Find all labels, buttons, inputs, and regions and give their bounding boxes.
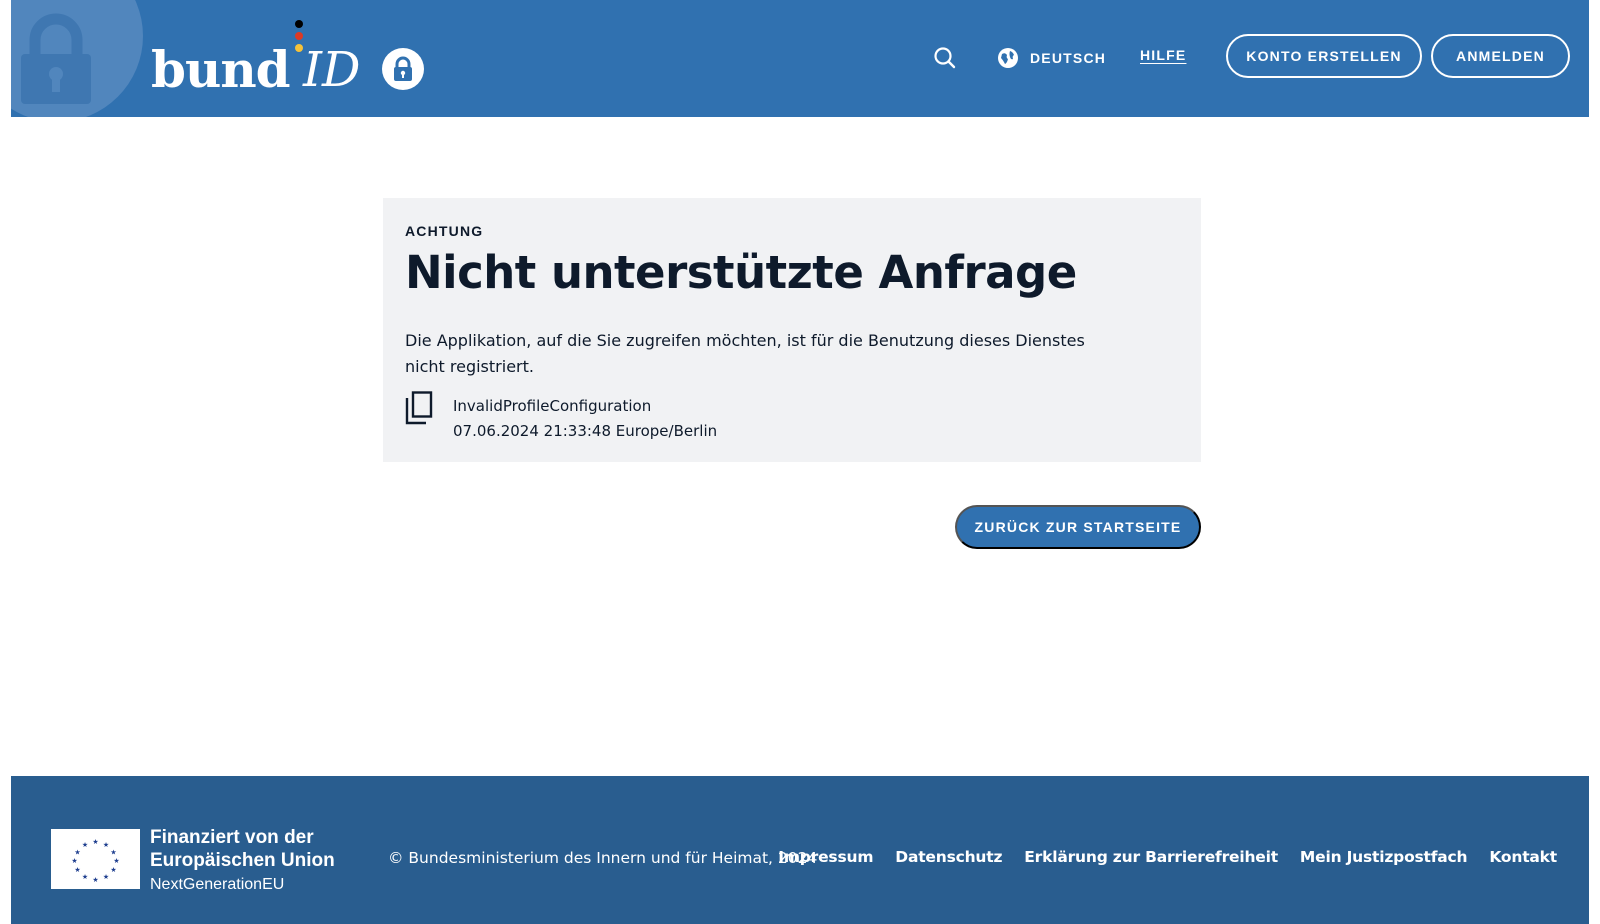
login-button[interactable]: ANMELDEN bbox=[1431, 34, 1570, 78]
footer-link-datenschutz[interactable]: Datenschutz bbox=[895, 848, 1002, 866]
svg-text:★: ★ bbox=[74, 866, 80, 874]
help-link[interactable]: HILFE bbox=[1140, 47, 1186, 63]
logo-flag-dots bbox=[295, 20, 303, 56]
create-account-button[interactable]: KONTO ERSTELLEN bbox=[1226, 34, 1422, 78]
svg-text:★: ★ bbox=[71, 857, 77, 865]
error-overline: ACHTUNG bbox=[405, 223, 483, 239]
error-card: ACHTUNG Nicht unterstützte Anfrage Die A… bbox=[383, 198, 1201, 462]
logo-wordmark-bund: bund bbox=[151, 40, 290, 99]
eu-funding-line3: NextGenerationEU bbox=[150, 872, 335, 898]
copy-icon bbox=[405, 391, 433, 425]
footer-link-justizpostfach[interactable]: Mein Justizpostfach bbox=[1300, 848, 1467, 866]
page-title: Nicht unterstützte Anfrage bbox=[405, 246, 1077, 299]
page: bund ID bbox=[11, 0, 1589, 924]
error-timestamp: 07.06.2024 21:33:48 Europe/Berlin bbox=[453, 419, 717, 444]
footer-nav: Impressum Datenschutz Erklärung zur Barr… bbox=[778, 848, 1557, 866]
copy-button[interactable] bbox=[405, 391, 433, 425]
svg-text:★: ★ bbox=[82, 841, 88, 849]
language-selector[interactable]: DEUTSCH bbox=[997, 44, 1106, 72]
eu-stars-icon: ★ ★ ★ ★ ★ ★ ★ ★ ★ ★ ★ ★ bbox=[51, 829, 140, 889]
svg-text:★: ★ bbox=[92, 838, 98, 846]
footer-link-kontakt[interactable]: Kontakt bbox=[1489, 848, 1557, 866]
lock-icon bbox=[21, 12, 91, 104]
eu-flag-logo: ★ ★ ★ ★ ★ ★ ★ ★ ★ ★ ★ ★ bbox=[51, 829, 140, 889]
site-header: bund ID bbox=[11, 0, 1589, 117]
back-to-home-button[interactable]: ZURÜCK ZUR STARTSEITE bbox=[955, 505, 1201, 549]
svg-text:★: ★ bbox=[82, 873, 88, 881]
copyright-text: © Bundesministerium des Innern und für H… bbox=[388, 849, 817, 867]
lock-icon bbox=[382, 48, 424, 90]
eu-funding-line2: Europäischen Union bbox=[150, 849, 335, 872]
eu-funding-text: Finanziert von der Europäischen Union Ne… bbox=[150, 826, 335, 898]
search-icon bbox=[931, 44, 959, 72]
error-description: Die Applikation, auf die Sie zugreifen m… bbox=[405, 328, 1125, 380]
logo-dot-gold bbox=[295, 44, 303, 52]
logo-lock-badge bbox=[382, 48, 424, 90]
logo-dot-red bbox=[295, 32, 303, 40]
error-details: InvalidProfileConfiguration 07.06.2024 2… bbox=[453, 394, 717, 444]
globe-icon bbox=[997, 47, 1019, 69]
language-label: DEUTSCH bbox=[1030, 50, 1106, 66]
svg-text:★: ★ bbox=[110, 866, 116, 874]
svg-text:★: ★ bbox=[74, 849, 80, 857]
site-footer: ★ ★ ★ ★ ★ ★ ★ ★ ★ ★ ★ ★ Finanziert von d… bbox=[11, 776, 1589, 924]
footer-link-barrierefreiheit[interactable]: Erklärung zur Barrierefreiheit bbox=[1024, 848, 1278, 866]
footer-link-impressum[interactable]: Impressum bbox=[778, 848, 873, 866]
logo-dot-black bbox=[295, 20, 303, 28]
logo-wordmark-id: ID bbox=[303, 42, 360, 98]
svg-text:★: ★ bbox=[103, 841, 109, 849]
svg-text:★: ★ bbox=[113, 857, 119, 865]
svg-text:★: ★ bbox=[110, 849, 116, 857]
search-button[interactable] bbox=[931, 44, 959, 72]
eu-funding-line1: Finanziert von der bbox=[150, 826, 335, 849]
svg-text:★: ★ bbox=[103, 873, 109, 881]
svg-text:★: ★ bbox=[92, 876, 98, 884]
error-code: InvalidProfileConfiguration bbox=[453, 394, 717, 419]
